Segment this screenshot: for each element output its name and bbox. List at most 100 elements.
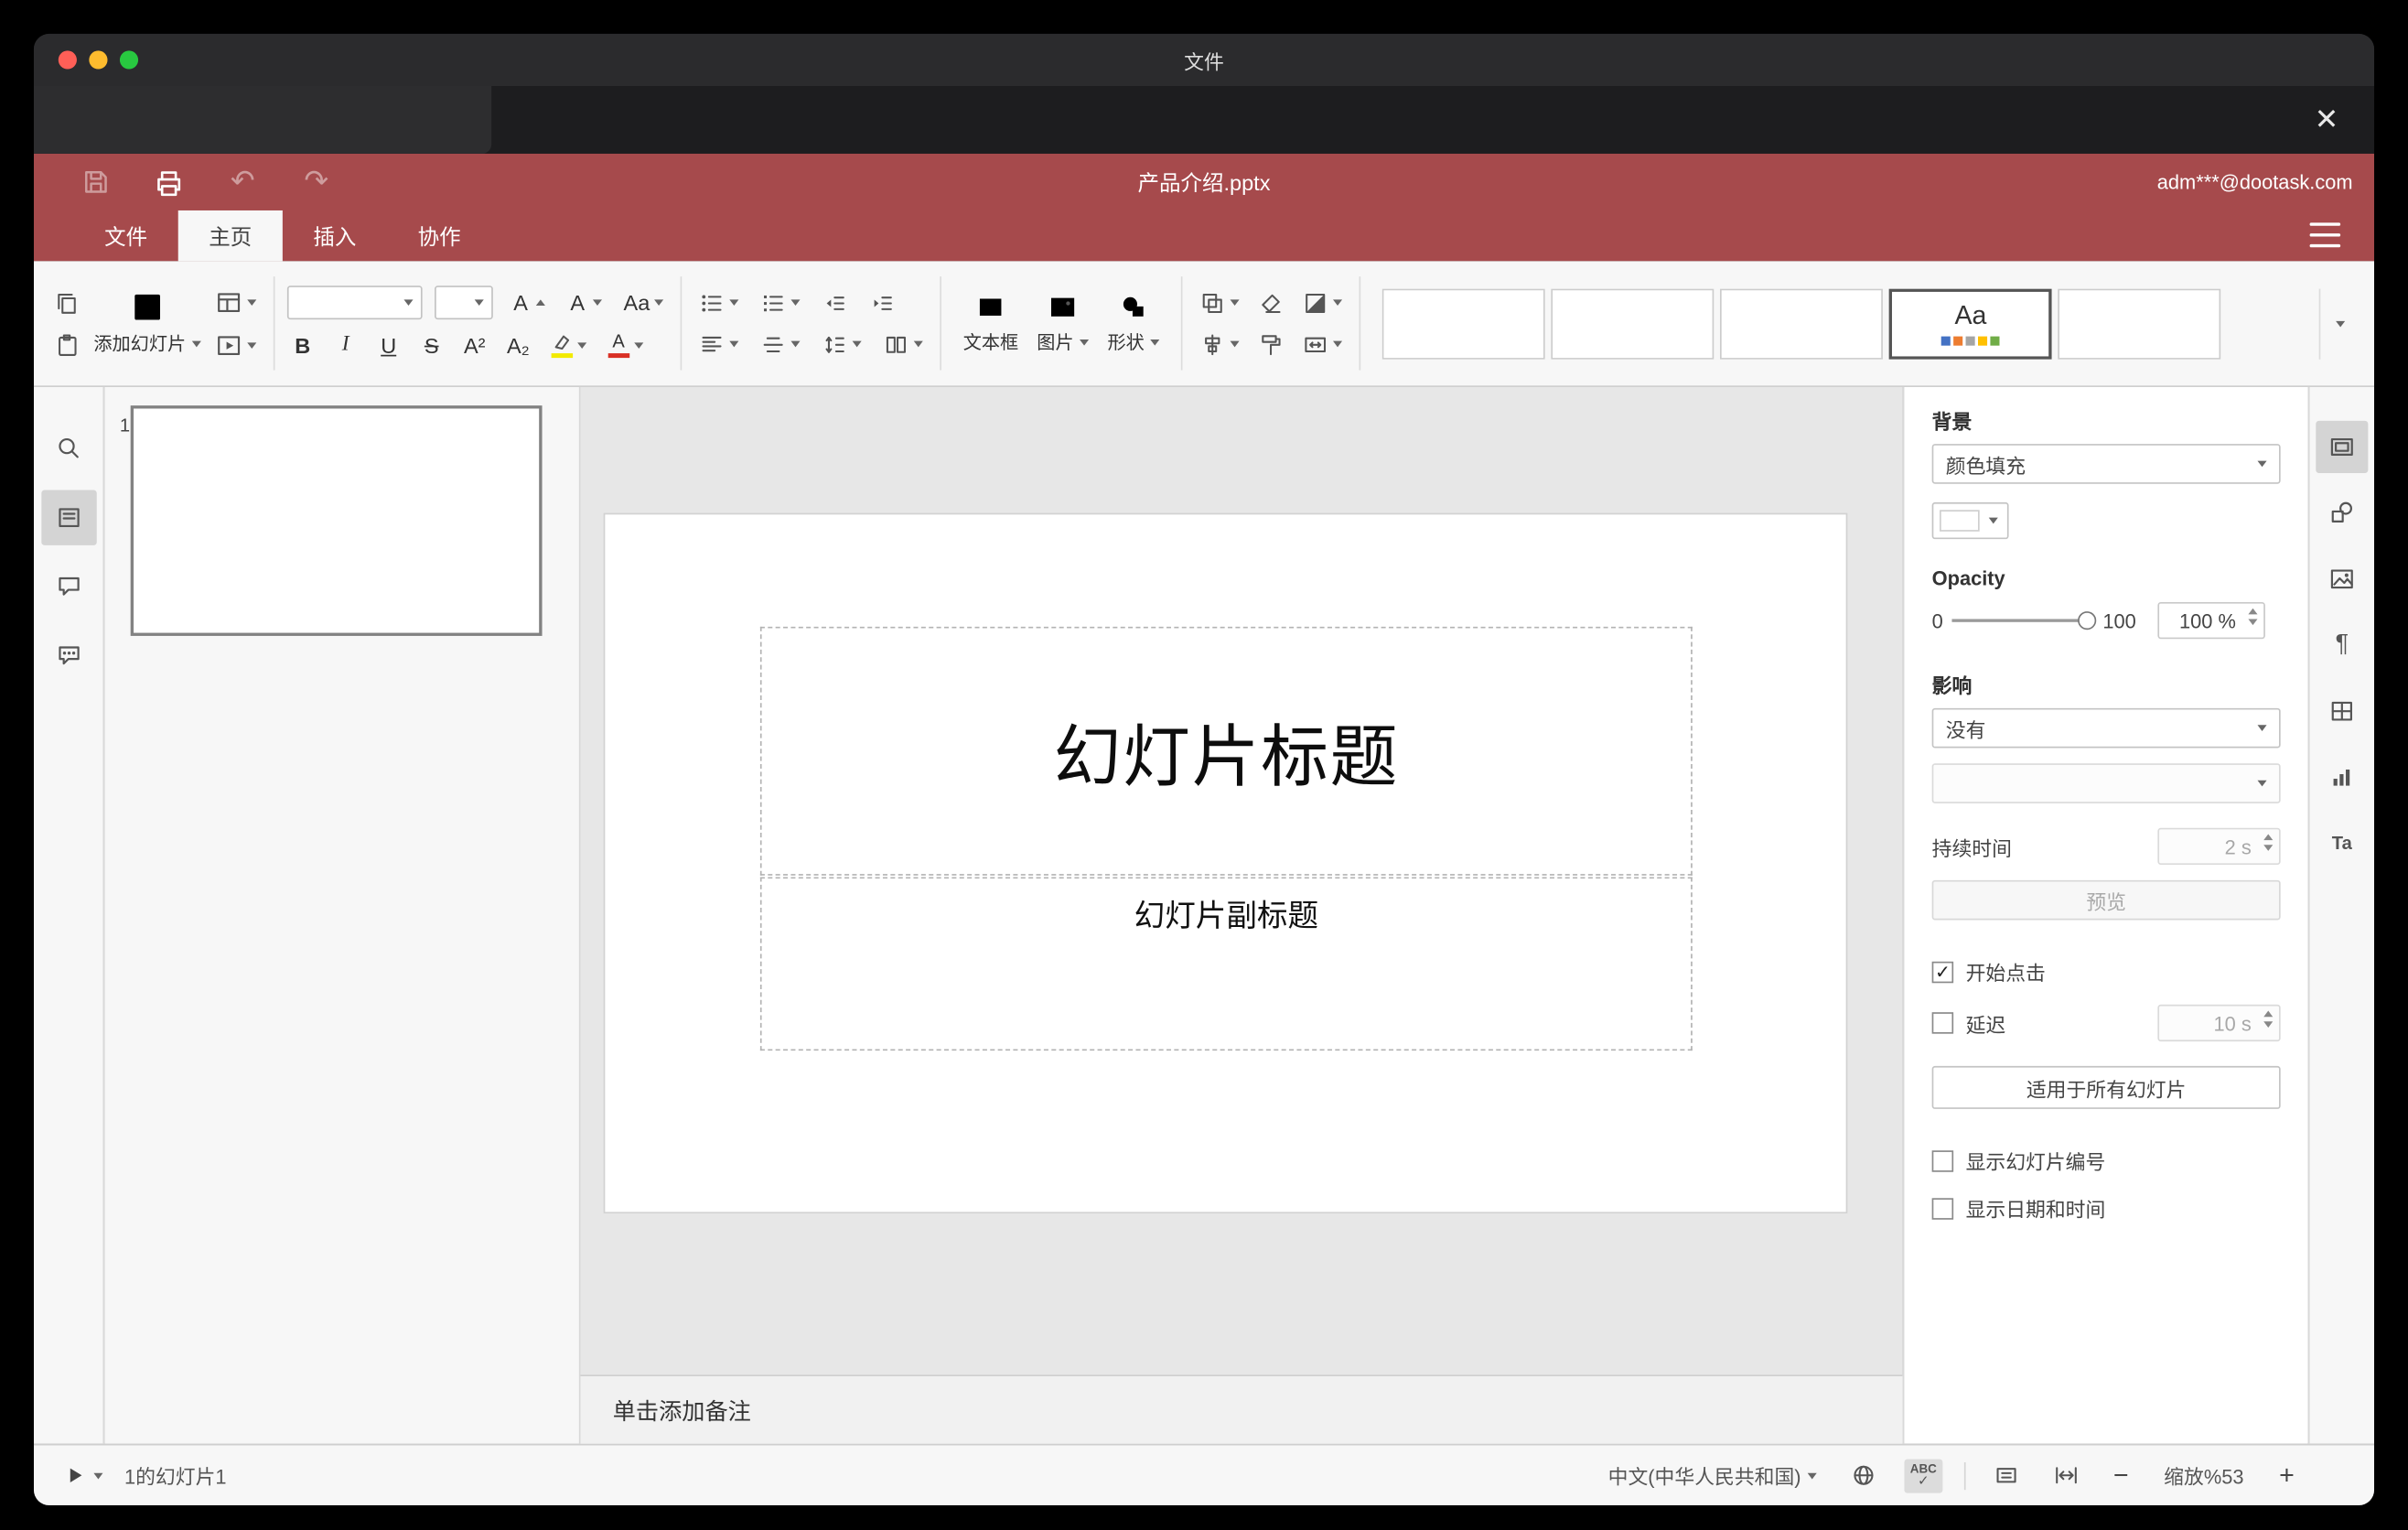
theme-option[interactable] [1551,287,1715,359]
decrease-font-button[interactable]: A [562,289,607,317]
menu-icon[interactable] [2309,222,2341,248]
slide[interactable]: 幻灯片标题 幻灯片副标题 [605,514,1846,1212]
start-slideshow-button[interactable] [210,328,261,361]
background-fill-select[interactable]: 颜色填充 [1931,444,2281,484]
image-settings-tab[interactable] [2316,553,2368,605]
undo-button[interactable]: ↶ [221,162,264,202]
numbered-list-button[interactable] [756,286,805,318]
chevron-down-icon [913,340,924,348]
underline-button[interactable]: U [373,331,404,359]
print-button[interactable] [147,162,190,202]
highlight-color-button[interactable] [546,329,591,361]
increase-indent-button[interactable] [865,286,900,318]
chevron-down-icon [474,299,484,307]
show-slide-number-checkbox[interactable] [1931,1149,1954,1171]
bold-button[interactable]: B [287,331,318,359]
insert-textbox-button[interactable]: 文本框 [954,289,1028,359]
tab-home[interactable]: 主页 [177,210,283,262]
font-name-combo[interactable] [286,286,423,320]
notes-input[interactable]: 单击添加备注 [580,1374,1903,1444]
opacity-slider[interactable] [1951,609,2097,631]
delay-checkbox[interactable] [1931,1012,1954,1034]
language-selector[interactable]: 中文(中华人民共和国) [1602,1456,1822,1494]
tab-collaboration[interactable]: 协作 [387,210,491,261]
shape-settings-tab[interactable] [2316,487,2368,539]
columns-button[interactable] [878,328,928,360]
decrease-indent-button[interactable] [817,286,853,318]
fill-color-button[interactable] [1298,286,1348,318]
spinner-arrows[interactable] [2263,834,2274,851]
textart-settings-tab[interactable]: Ta [2316,817,2368,869]
change-case-button[interactable]: Aa [618,289,668,317]
duration-input[interactable]: 2 s [2157,827,2281,866]
subscript-button[interactable]: A₂ [502,331,534,359]
align-shapes-button[interactable] [1195,328,1244,360]
theme-option-selected[interactable]: Aa [1888,287,2052,359]
font-size-combo[interactable] [435,286,493,320]
effect-select[interactable]: 没有 [1931,707,2281,749]
tab-insert[interactable]: 插入 [283,210,387,261]
color-swatch [1940,510,1980,532]
slides-panel-button[interactable] [40,490,96,545]
effect-type-select[interactable] [1931,763,2281,803]
preview-button[interactable]: 预览 [1931,879,2281,921]
clear-style-button[interactable] [1253,286,1289,318]
arrange-shapes-button[interactable] [1195,286,1244,318]
spinner-arrows[interactable] [2263,1010,2274,1028]
search-button[interactable] [40,421,95,476]
slide-settings-tab[interactable] [2316,420,2369,473]
insert-shape-button[interactable]: 形状 [1098,289,1168,359]
background-color-picker[interactable] [1931,501,2009,540]
chart-settings-tab[interactable] [2316,751,2368,803]
chat-panel-button[interactable] [40,629,95,684]
spinner-arrows[interactable] [2248,608,2258,626]
close-overlay-button[interactable]: ✕ [2304,97,2349,143]
delay-input[interactable]: 10 s [2157,1004,2281,1042]
strikethrough-button[interactable]: S [416,331,447,359]
slide-layout-button[interactable] [210,285,261,318]
bullet-list-button[interactable] [694,286,744,318]
theme-option[interactable] [2058,287,2221,359]
font-color-button[interactable]: A [603,329,648,361]
slide-thumbnail[interactable] [130,405,543,636]
apply-to-all-slides-button[interactable]: 适用于所有幻灯片 [1931,1065,2281,1109]
theme-option[interactable] [1382,287,1545,359]
copy-button[interactable] [49,286,85,318]
copy-style-button[interactable] [1253,328,1289,360]
slide-canvas[interactable]: 幻灯片标题 幻灯片副标题 [580,387,1902,1374]
show-date-time-checkbox[interactable] [1931,1197,1954,1219]
start-on-click-checkbox[interactable]: ✓ [1931,960,1954,983]
slide-subtitle-placeholder[interactable]: 幻灯片副标题 [759,877,1693,1051]
superscript-button[interactable]: A² [459,331,490,359]
start-on-click-label: 开始点击 [1965,961,2046,985]
zoom-out-button[interactable]: − [2107,1458,2134,1493]
fit-to-slide-button[interactable] [1987,1458,2026,1493]
table-settings-tab[interactable] [2316,685,2368,738]
start-slideshow-status-button[interactable] [59,1460,109,1492]
slide-title-placeholder[interactable]: 幻灯片标题 [759,626,1693,876]
paste-button[interactable] [49,328,85,360]
horizontal-align-button[interactable] [694,328,744,360]
fit-to-width-button[interactable] [2048,1458,2086,1493]
opacity-input[interactable]: 100 % [2157,601,2265,640]
line-spacing-button[interactable] [817,328,866,360]
search-icon [58,437,79,458]
effect-label: 影响 [1931,673,1973,698]
insert-image-button[interactable]: 图片 [1027,289,1098,359]
comments-panel-button[interactable] [40,559,95,614]
slider-thumb[interactable] [2078,611,2097,630]
spellcheck-button[interactable]: ABC ✓ [1904,1458,1943,1492]
theme-gallery-expand-button[interactable] [2318,287,2360,359]
italic-button[interactable]: I [330,331,361,359]
theme-option[interactable] [1720,287,1884,359]
save-button[interactable] [74,162,117,202]
redo-button[interactable]: ↷ [295,162,338,202]
zoom-in-button[interactable]: + [2273,1458,2300,1493]
add-slide-button[interactable]: 添加幻灯片 [84,287,210,360]
slide-size-button[interactable] [1298,328,1348,360]
tab-file[interactable]: 文件 [74,210,178,261]
document-language-button[interactable] [1844,1458,1883,1493]
vertical-align-button[interactable] [756,328,805,360]
increase-font-button[interactable]: A [505,289,550,317]
paragraph-settings-tab[interactable]: ¶ [2316,619,2368,671]
